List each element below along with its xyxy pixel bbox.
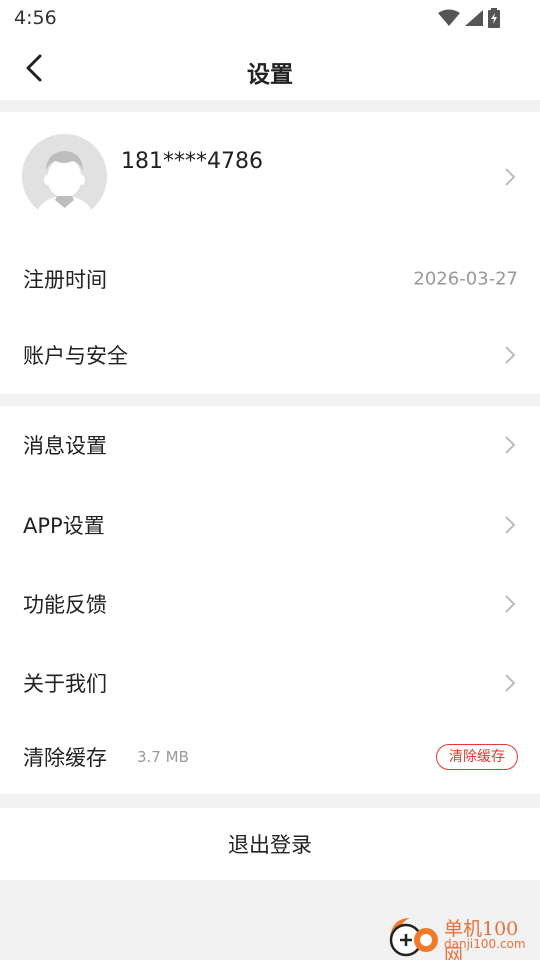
- chevron-right-icon: [505, 516, 516, 534]
- about-us-label: 关于我们: [23, 672, 107, 696]
- feedback-label: 功能反馈: [23, 593, 107, 617]
- cache-size: 3.7 MB: [137, 748, 189, 766]
- chevron-right-icon: [505, 674, 516, 692]
- chevron-right-icon: [505, 168, 516, 186]
- about-us-row[interactable]: 关于我们: [0, 644, 540, 722]
- settings-section: 消息设置 APP设置 功能反馈 关于我们 清除缓存 3.7 MB 清除缓存: [0, 406, 540, 794]
- clear-cache-label: 清除缓存: [23, 746, 107, 770]
- register-time-row: 注册时间 2026-03-27: [0, 240, 540, 318]
- logout-button[interactable]: 退出登录: [0, 808, 540, 880]
- message-settings-row[interactable]: 消息设置: [0, 406, 540, 484]
- status-bar: 4:56: [0, 0, 540, 36]
- clear-cache-button[interactable]: 清除缓存: [436, 744, 518, 770]
- status-icons: [438, 8, 500, 28]
- account-security-row[interactable]: 账户与安全: [0, 316, 540, 394]
- title-bar: 设置: [0, 36, 540, 100]
- app-settings-row[interactable]: APP设置: [0, 486, 540, 564]
- page-title: 设置: [247, 62, 293, 88]
- feedback-row[interactable]: 功能反馈: [0, 565, 540, 643]
- clear-cache-row: 清除缓存 3.7 MB 清除缓存: [0, 720, 540, 794]
- watermark-logo: 单机100网 danji100.com: [386, 912, 536, 960]
- register-time-value: 2026-03-27: [413, 268, 518, 290]
- signal-icon: [465, 10, 483, 26]
- watermark-mascot-icon: [389, 918, 438, 957]
- chevron-right-icon: [505, 436, 516, 454]
- battery-icon: [488, 8, 500, 28]
- logout-label: 退出登录: [228, 833, 312, 857]
- message-settings-label: 消息设置: [23, 434, 107, 458]
- avatar: [22, 134, 107, 219]
- status-time: 4:56: [14, 7, 57, 29]
- account-section: 181****4786 注册时间 2026-03-27 账户与安全: [0, 112, 540, 394]
- profile-row[interactable]: 181****4786: [0, 112, 540, 240]
- avatar-icon: [22, 134, 107, 219]
- account-security-label: 账户与安全: [23, 344, 128, 368]
- chevron-right-icon: [505, 346, 516, 364]
- chevron-right-icon: [505, 595, 516, 613]
- app-settings-label: APP设置: [23, 514, 105, 538]
- watermark-url: danji100.com: [444, 937, 526, 951]
- user-phone: 181****4786: [121, 149, 263, 174]
- wifi-icon: [438, 9, 460, 26]
- register-time-label: 注册时间: [23, 268, 107, 292]
